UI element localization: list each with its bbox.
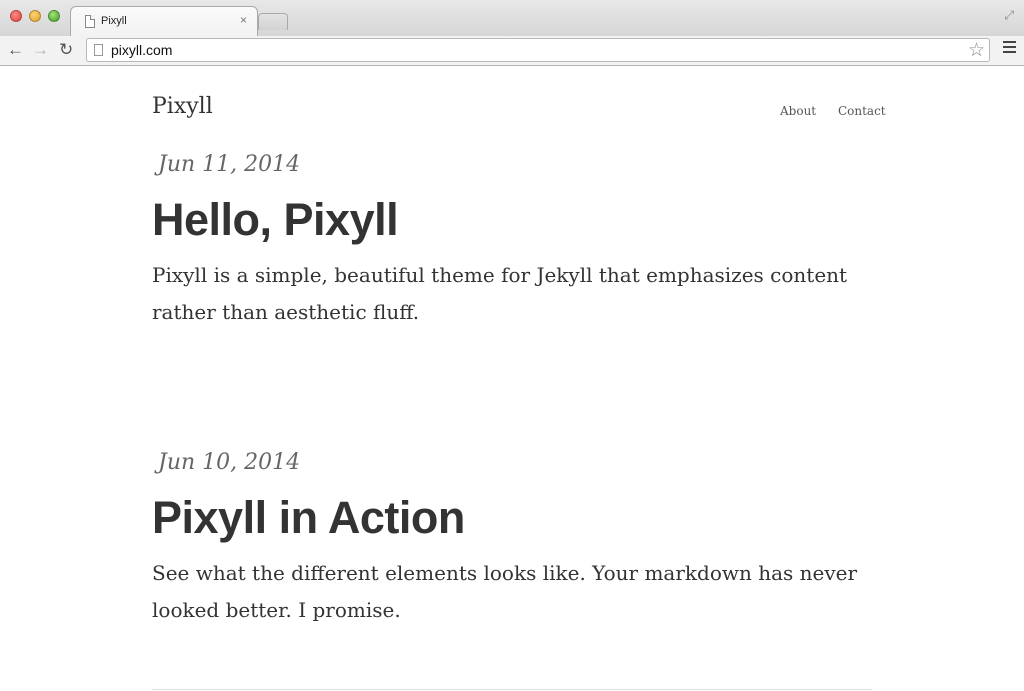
divider [152, 689, 872, 690]
post-summary: Pixyll is a simple, beautiful theme for … [152, 263, 848, 324]
browser-titlebar: Pixyll × ⤢ [0, 0, 1024, 37]
nav-link-contact[interactable]: Contact [838, 104, 886, 118]
url-text[interactable]: pixyll.com [111, 42, 172, 58]
browser-toolbar: ← → ↻ pixyll.com ☆ [0, 36, 1024, 66]
back-icon[interactable]: ← [7, 40, 24, 60]
post-title-link[interactable]: Pixyll in Action [152, 492, 872, 544]
post-summary: See what the different elements looks li… [152, 561, 858, 622]
zoom-window-button[interactable] [48, 10, 60, 22]
post-title-link[interactable]: Hello, Pixyll [152, 194, 872, 246]
page-icon [85, 15, 95, 28]
nav-link-about[interactable]: About [780, 104, 816, 118]
page-icon [94, 44, 103, 56]
new-tab-button[interactable] [258, 13, 288, 30]
post-summary-card: Jun 10, 2014 Pixyll in Action See what t… [152, 450, 872, 629]
bookmark-star-icon[interactable]: ☆ [968, 39, 985, 62]
site-nav: About Contact [780, 104, 904, 118]
forward-icon[interactable]: → [32, 40, 49, 60]
tab-title: Pixyll [101, 15, 127, 27]
browser-tab[interactable]: Pixyll × [70, 6, 258, 37]
site-title-link[interactable]: Pixyll [152, 94, 213, 119]
reload-icon[interactable]: ↻ [59, 40, 73, 60]
close-window-button[interactable] [10, 10, 22, 22]
post-summary-card: Jun 11, 2014 Hello, Pixyll Pixyll is a s… [152, 152, 872, 331]
post-date: Jun 10, 2014 [158, 450, 301, 475]
fullscreen-icon[interactable]: ⤢ [1004, 8, 1014, 23]
tab-close-icon[interactable]: × [240, 13, 247, 27]
menu-icon[interactable] [1003, 41, 1016, 56]
minimize-window-button[interactable] [29, 10, 41, 22]
address-bar[interactable]: pixyll.com ☆ [86, 38, 990, 62]
post-date: Jun 11, 2014 [158, 152, 301, 177]
